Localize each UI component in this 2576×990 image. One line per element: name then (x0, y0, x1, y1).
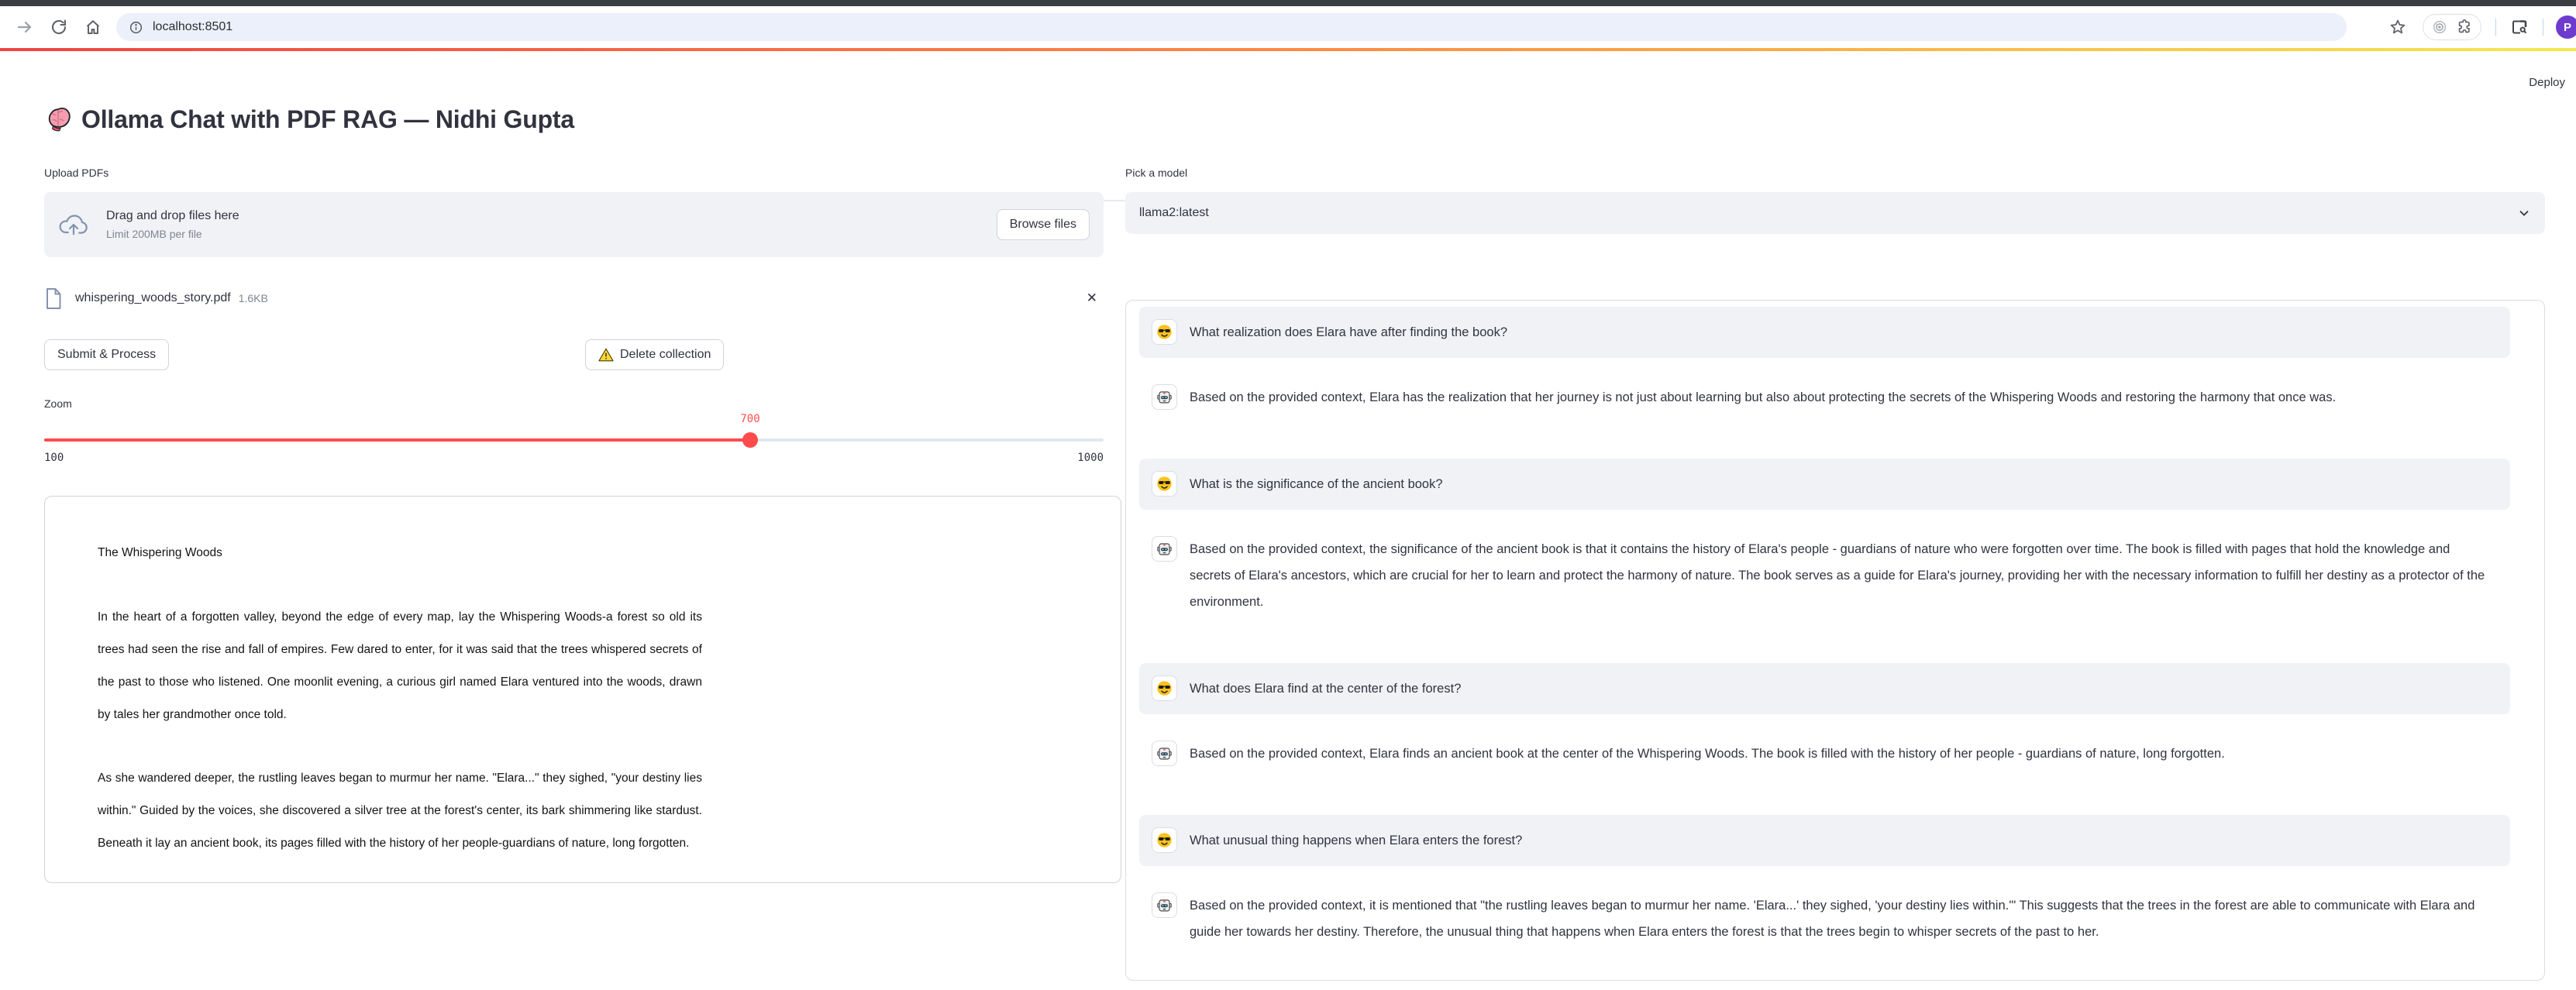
pick-model-label: Pick a model (1125, 167, 2545, 179)
extensions-puzzle-icon[interactable] (2456, 19, 2473, 36)
orbit-icon[interactable] (2431, 19, 2448, 36)
file-icon (44, 287, 63, 310)
robot-icon (1156, 745, 1173, 761)
sunglasses-face-icon (1156, 476, 1173, 492)
chat-avatar (1152, 827, 1177, 853)
site-info-icon[interactable] (129, 20, 143, 35)
chat-message-text: Based on the provided context, Elara has… (1190, 384, 2336, 411)
chat-message-user: What does Elara find at the center of th… (1139, 663, 2510, 714)
toolbar-right: P (2365, 6, 2576, 48)
model-select[interactable]: llama2:latest (1125, 192, 2545, 234)
extensions-capsule (2423, 14, 2481, 40)
pdf-page: The Whispering Woods In the heart of a f… (45, 497, 711, 860)
chat-message-text: What unusual thing happens when Elara en… (1190, 827, 1522, 854)
chevron-down-icon (2517, 206, 2531, 220)
model-select-value: llama2:latest (1139, 206, 1209, 220)
file-size: 1.6KB (239, 292, 268, 304)
pdf-paragraphs: In the heart of a forgotten valley, beyo… (98, 601, 711, 860)
slider-value: 700 (735, 413, 766, 425)
title-row: Ollama Chat with PDF RAG — Nidhi Gupta (44, 105, 574, 134)
submit-process-button[interactable]: Submit & Process (44, 339, 169, 370)
toolbar-separator (2495, 19, 2496, 36)
dropzone-title: Drag and drop files here (106, 209, 239, 223)
chat-message-user: What realization does Elara have after f… (1139, 307, 2510, 358)
chat-avatar (1152, 536, 1177, 562)
chat-message-assistant: Based on the provided context, Elara has… (1139, 384, 2532, 411)
url-text: localhost:8501 (153, 20, 232, 34)
chat-history[interactable]: What realization does Elara have after f… (1125, 300, 2545, 981)
brain-icon (44, 107, 72, 132)
forward-icon[interactable] (15, 18, 34, 36)
dropzone-hint: Limit 200MB per file (106, 228, 239, 240)
reload-icon[interactable] (50, 18, 68, 36)
chat-message-assistant: Based on the provided context, it is men… (1139, 892, 2532, 945)
window-top-edge (0, 0, 2576, 6)
chat-message-user: What is the significance of the ancient … (1139, 459, 2510, 510)
pdf-paragraph: In the heart of a forgotten valley, beyo… (98, 601, 702, 731)
sunglasses-face-icon (1156, 324, 1173, 340)
bookmark-star-icon[interactable] (2388, 18, 2407, 36)
screen: localhost:8501 P Deploy Ollama Chat with… (0, 0, 2576, 990)
file-dropzone[interactable]: Drag and drop files here Limit 200MB per… (44, 192, 1104, 257)
robot-icon (1156, 897, 1173, 913)
chat-message-text: Based on the provided context, the signi… (1190, 536, 2492, 615)
slider-max-label: 1000 (1077, 452, 1104, 464)
remove-file-button[interactable]: ✕ (1087, 290, 1097, 306)
chat-message-text: What does Elara find at the center of th… (1190, 675, 1461, 702)
slider-fill (44, 438, 750, 442)
file-name: whispering_woods_story.pdf (75, 291, 231, 305)
chat-avatar (1152, 741, 1177, 766)
chat-message-text: What is the significance of the ancient … (1190, 471, 1443, 497)
uploaded-file-row: whispering_woods_story.pdf 1.6KB ✕ (44, 283, 1104, 314)
chat-avatar (1152, 471, 1177, 497)
deploy-button[interactable]: Deploy (2529, 76, 2565, 89)
pdf-title: The Whispering Woods (98, 537, 711, 569)
home-icon[interactable] (84, 18, 102, 36)
browser-toolbar: localhost:8501 P (0, 6, 2576, 48)
pdf-preview[interactable]: The Whispering Woods In the heart of a f… (44, 496, 1121, 883)
page-title: Ollama Chat with PDF RAG — Nidhi Gupta (81, 105, 574, 134)
cloud-upload-icon (58, 211, 89, 238)
browse-files-button[interactable]: Browse files (997, 209, 1090, 240)
upload-pdfs-label: Upload PDFs (44, 167, 1104, 179)
slider-min-label: 100 (44, 452, 64, 464)
side-panel-search-icon[interactable] (2510, 18, 2529, 36)
delete-collection-label: Delete collection (620, 348, 711, 362)
robot-icon (1156, 541, 1173, 557)
pdf-paragraph: As she wandered deeper, the rustling lea… (98, 762, 702, 860)
chat-message-list: What realization does Elara have after f… (1139, 307, 2532, 945)
left-column: Upload PDFs Drag and drop files here Lim… (44, 167, 1104, 179)
robot-icon (1156, 389, 1173, 405)
chat-message-text: What realization does Elara have after f… (1190, 319, 1507, 345)
chat-avatar (1152, 319, 1177, 345)
streamlit-app: Deploy Ollama Chat with PDF RAG — Nidhi … (0, 51, 2576, 990)
chat-message-text: Based on the provided context, Elara fin… (1190, 741, 2225, 767)
chat-message-assistant: Based on the provided context, Elara fin… (1139, 741, 2532, 767)
chat-avatar (1152, 892, 1177, 918)
chat-message-user: What unusual thing happens when Elara en… (1139, 815, 2510, 866)
dropzone-text: Drag and drop files here Limit 200MB per… (106, 209, 239, 240)
sunglasses-face-icon (1156, 832, 1173, 848)
sunglasses-face-icon (1156, 680, 1173, 696)
slider-thumb[interactable] (742, 432, 758, 448)
right-column: Pick a model llama2:latest (1125, 167, 2545, 179)
address-bar[interactable]: localhost:8501 (116, 13, 2347, 41)
zoom-label: Zoom (44, 397, 72, 410)
chat-avatar (1152, 675, 1177, 701)
browser-profile-avatar[interactable]: P (2556, 15, 2576, 39)
chat-avatar (1152, 384, 1177, 410)
chat-message-text: Based on the provided context, it is men… (1190, 892, 2492, 945)
delete-collection-button[interactable]: Delete collection (585, 339, 724, 370)
chat-message-assistant: Based on the provided context, the signi… (1139, 536, 2532, 615)
warning-icon (598, 348, 614, 362)
